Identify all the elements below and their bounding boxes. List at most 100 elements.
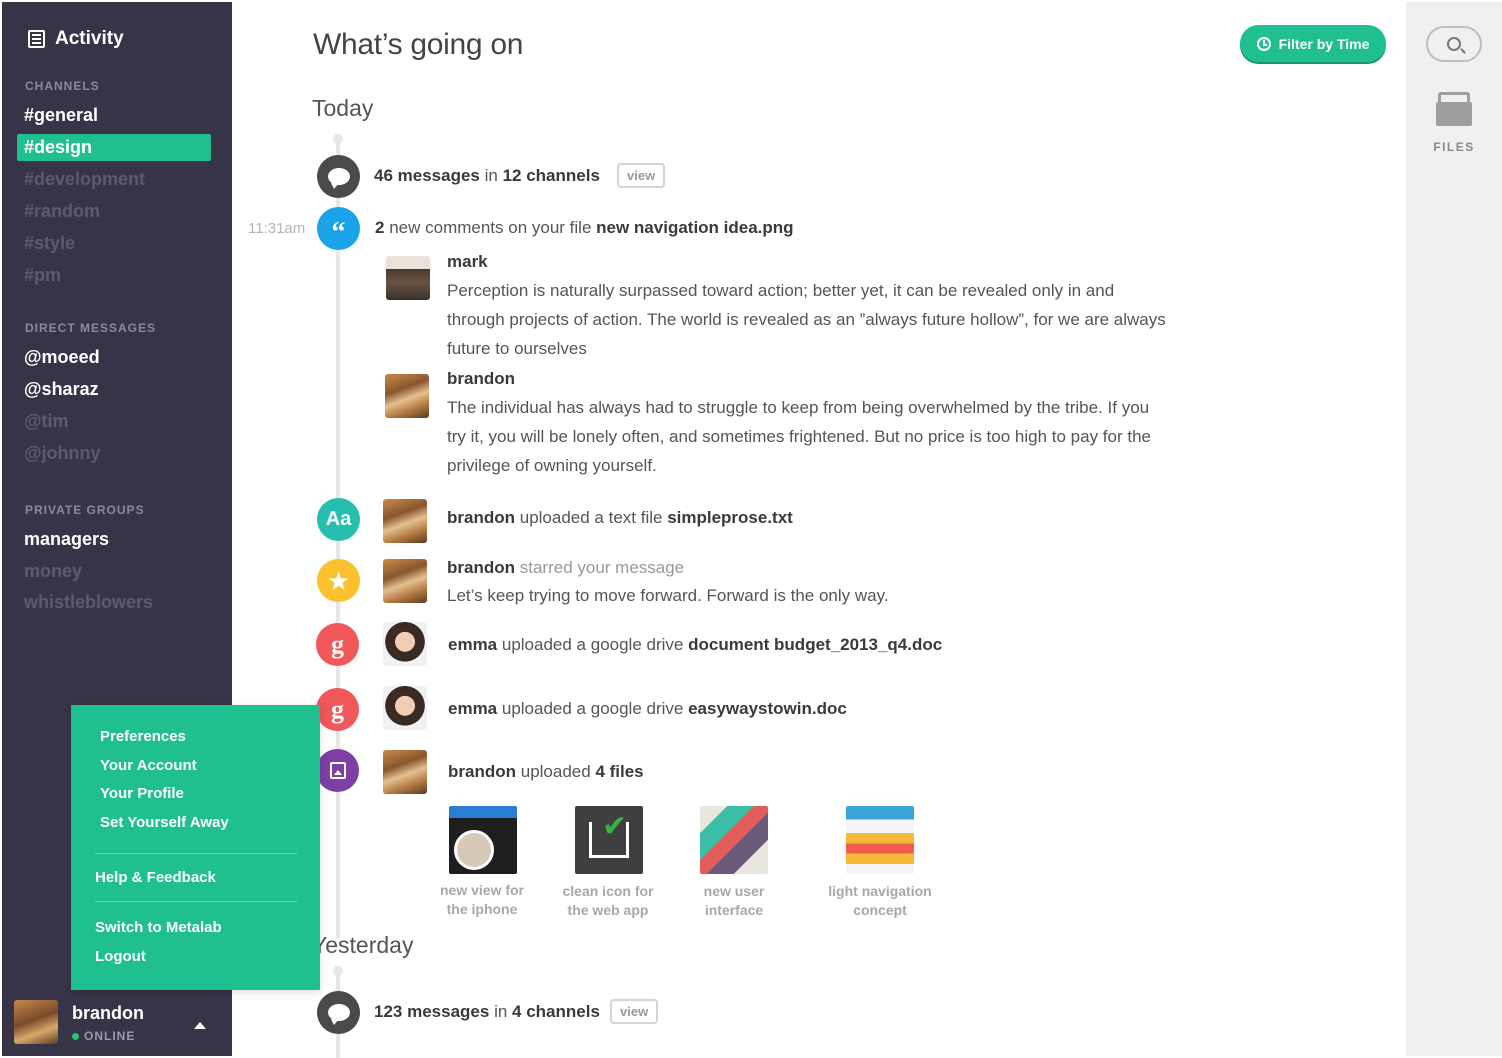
group-money[interactable]: money: [17, 558, 211, 585]
channel-development[interactable]: #development: [17, 166, 211, 193]
activity-header[interactable]: Activity: [28, 28, 124, 50]
menu-switch-team[interactable]: Switch to Metalab: [95, 919, 222, 936]
event-file-link[interactable]: easywaystowin.doc: [688, 699, 847, 718]
quote-icon: “: [331, 216, 346, 248]
group-managers[interactable]: managers: [17, 526, 211, 553]
text-file-event-icon: Aa: [317, 498, 360, 541]
comment-event-icon[interactable]: “: [317, 207, 360, 250]
event-time: 11:31am: [248, 220, 306, 237]
search-icon: [1447, 37, 1461, 51]
channel-design[interactable]: #design: [17, 134, 211, 161]
event-action: uploaded: [520, 762, 591, 781]
filter-by-time-button[interactable]: Filter by Time: [1240, 25, 1386, 62]
menu-logout[interactable]: Logout: [95, 948, 146, 965]
gdrive-upload-event: emma uploaded a google drive document bu…: [448, 635, 942, 655]
current-user-bar[interactable]: brandon ONLINE: [14, 998, 224, 1048]
event-user[interactable]: emma: [448, 699, 497, 718]
avatar[interactable]: [383, 499, 427, 543]
starred-event: brandon starred your message: [447, 558, 684, 578]
file-caption-line: new view for: [439, 882, 525, 898]
avatar[interactable]: [383, 750, 427, 794]
channel-style[interactable]: #style: [17, 230, 211, 257]
google-drive-icon: g: [316, 623, 359, 666]
files-label[interactable]: FILES: [1406, 140, 1502, 154]
event-user[interactable]: brandon: [448, 762, 516, 781]
dm-johnny[interactable]: @johnny: [17, 440, 211, 467]
messages-summary: 123 messages in 4 channels: [374, 1002, 600, 1022]
file-thumbnail[interactable]: [846, 806, 914, 874]
event-file-link[interactable]: document budget_2013_q4.doc: [688, 635, 942, 654]
chat-bubble-icon: [327, 168, 350, 189]
avatar[interactable]: [383, 559, 427, 603]
files-count-link[interactable]: 4 files: [595, 762, 643, 781]
messages-event-icon: [317, 155, 360, 198]
channels-count: 4 channels: [512, 1002, 600, 1021]
comment-author[interactable]: brandon: [447, 369, 515, 389]
caret-up-icon[interactable]: [194, 1022, 206, 1029]
file-caption[interactable]: clean icon for the web app: [554, 882, 662, 920]
messages-count: 123 messages: [374, 1002, 490, 1021]
event-action: uploaded a google drive: [501, 635, 684, 654]
timeline-start-dot: [333, 134, 343, 144]
comment-author[interactable]: mark: [447, 252, 488, 272]
dm-tim[interactable]: @tim: [17, 408, 211, 435]
view-messages-button[interactable]: view: [617, 163, 666, 188]
messages-event-icon: [317, 991, 360, 1034]
menu-preferences[interactable]: Preferences: [100, 728, 186, 745]
menu-your-account[interactable]: Your Account: [100, 757, 197, 774]
day-title-yesterday: Yesterday: [312, 932, 414, 958]
starred-message-text: Let’s keep trying to move forward. Forwa…: [447, 586, 889, 605]
file-caption[interactable]: new user interface: [680, 882, 788, 920]
image-upload-event-icon: [316, 749, 359, 792]
menu-your-profile[interactable]: Your Profile: [100, 785, 184, 802]
user-status-text: ONLINE: [84, 1029, 136, 1043]
chat-bubble-icon: [327, 1004, 350, 1025]
menu-divider: [95, 853, 297, 854]
dm-sharaz[interactable]: @sharaz: [17, 376, 211, 403]
messages-count: 46 messages: [374, 166, 480, 185]
avatar[interactable]: [383, 622, 427, 666]
view-messages-button[interactable]: view: [610, 999, 659, 1024]
search-button[interactable]: [1426, 26, 1482, 62]
avatar[interactable]: [385, 374, 429, 418]
menu-help-feedback[interactable]: Help & Feedback: [95, 869, 216, 886]
comments-count: 2: [375, 218, 385, 237]
file-caption[interactable]: light navigation concept: [814, 882, 946, 920]
files-icon[interactable]: [1436, 92, 1472, 126]
summary-in: in: [484, 166, 498, 185]
event-action: uploaded a text file: [519, 508, 663, 527]
channel-random[interactable]: #random: [17, 198, 211, 225]
checkbox-icon: ✔: [589, 812, 629, 858]
event-user[interactable]: brandon: [447, 558, 515, 577]
starred-event-icon: ★: [317, 559, 360, 602]
menu-divider: [95, 901, 297, 902]
group-whistleblowers[interactable]: whistleblowers: [17, 589, 211, 616]
direct-messages-title: DIRECT MESSAGES: [25, 321, 157, 335]
event-action: uploaded a google drive: [501, 699, 684, 718]
file-thumbnail[interactable]: [449, 806, 517, 874]
channels-count: 12 channels: [502, 166, 600, 185]
event-file-link[interactable]: simpleprose.txt: [667, 508, 793, 527]
channel-pm[interactable]: #pm: [17, 262, 211, 289]
file-caption-line: interface: [704, 902, 764, 918]
file-caption[interactable]: new view for the iphone: [428, 881, 536, 919]
private-groups-title: PRIVATE GROUPS: [25, 503, 145, 517]
file-thumbnail[interactable]: [700, 806, 768, 874]
star-icon: ★: [326, 565, 351, 596]
event-user[interactable]: emma: [448, 635, 497, 654]
event-user[interactable]: brandon: [447, 508, 515, 527]
menu-set-away[interactable]: Set Yourself Away: [100, 814, 229, 831]
user-status: ONLINE: [72, 1029, 135, 1043]
dm-moeed[interactable]: @moeed: [17, 344, 211, 371]
avatar[interactable]: [386, 256, 430, 300]
user-name: brandon: [72, 1003, 144, 1023]
file-caption-line: light navigation: [828, 883, 932, 899]
channel-general[interactable]: #general: [17, 102, 211, 129]
user-menu: Preferences Your Account Your Profile Se…: [71, 705, 320, 990]
file-thumbnail[interactable]: ✔: [575, 806, 643, 874]
avatar[interactable]: [383, 686, 427, 730]
files-icon-base: [1436, 102, 1472, 126]
event-action: starred your message: [519, 558, 685, 577]
comments-file-link[interactable]: new navigation idea.png: [596, 218, 793, 237]
comments-text: new comments on your file: [389, 218, 592, 237]
